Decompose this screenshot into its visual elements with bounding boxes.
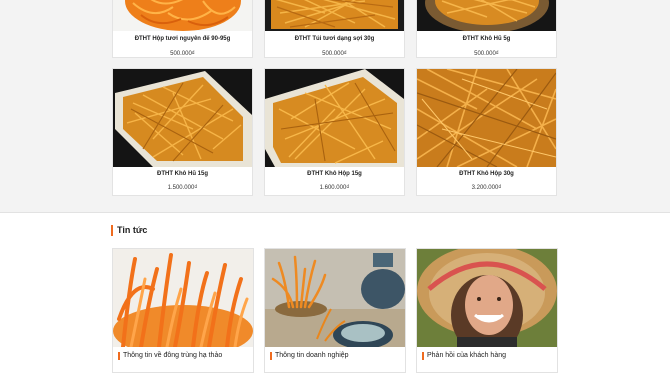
product-name[interactable]: ĐTHT Hộp tươi nguyên đế 90-95g [113,35,252,43]
news-image[interactable] [265,249,405,347]
news-section-title: Tin tức [111,225,147,236]
product-price: 500.000₫ [322,51,347,57]
product-price: 1.600.000₫ [319,185,350,191]
product-grid: ĐTHT Hộp tươi nguyên đế 90-95g 500.000₫ … [0,0,670,213]
news-image[interactable] [417,249,557,347]
product-name[interactable]: ĐTHT Khô Hộp 15g [265,170,404,178]
product-name[interactable]: ĐTHT Khô Hộp 30g [417,170,556,178]
product-image[interactable] [265,69,404,167]
news-card[interactable]: Phản hồi của khách hàng [416,248,558,373]
product-card[interactable]: ĐTHT Khô Hộp 30g 3.200.000₫ [416,68,557,196]
product-name[interactable]: ĐTHT Túi tươi dạng sợi 30g [265,35,404,43]
product-card[interactable]: ĐTHT Khô Hũ 5g 500.000₫ [416,0,557,58]
news-card[interactable]: Thông tin về đông trùng hạ thảo [112,248,254,373]
product-card[interactable]: ĐTHT Hộp tươi nguyên đế 90-95g 500.000₫ [112,0,253,58]
news-section: Tin tức Thông tin về đông trùng hạ thảo [0,213,670,377]
product-name[interactable]: ĐTHT Khô Hũ 15g [113,170,252,178]
product-name[interactable]: ĐTHT Khô Hũ 5g [417,35,556,43]
product-image[interactable] [113,69,252,167]
product-image[interactable] [265,0,404,31]
product-image[interactable] [417,0,556,31]
product-price: 500.000₫ [474,51,499,57]
product-price: 500.000₫ [170,51,195,57]
news-card[interactable]: Thông tin doanh nghiệp [264,248,406,373]
product-image[interactable] [113,0,252,31]
product-price: 3.200.000₫ [471,185,502,191]
news-card-label[interactable]: Phản hồi của khách hàng [422,352,506,360]
product-card[interactable]: ĐTHT Khô Hộp 15g 1.600.000₫ [264,68,405,196]
product-image[interactable] [417,69,556,167]
news-card-label[interactable]: Thông tin về đông trùng hạ thảo [118,352,222,360]
product-card[interactable]: ĐTHT Túi tươi dạng sợi 30g 500.000₫ [264,0,405,58]
news-image[interactable] [113,249,253,347]
product-price: 1.500.000₫ [167,185,198,191]
product-card[interactable]: ĐTHT Khô Hũ 15g 1.500.000₫ [112,68,253,196]
news-card-label[interactable]: Thông tin doanh nghiệp [270,352,349,360]
